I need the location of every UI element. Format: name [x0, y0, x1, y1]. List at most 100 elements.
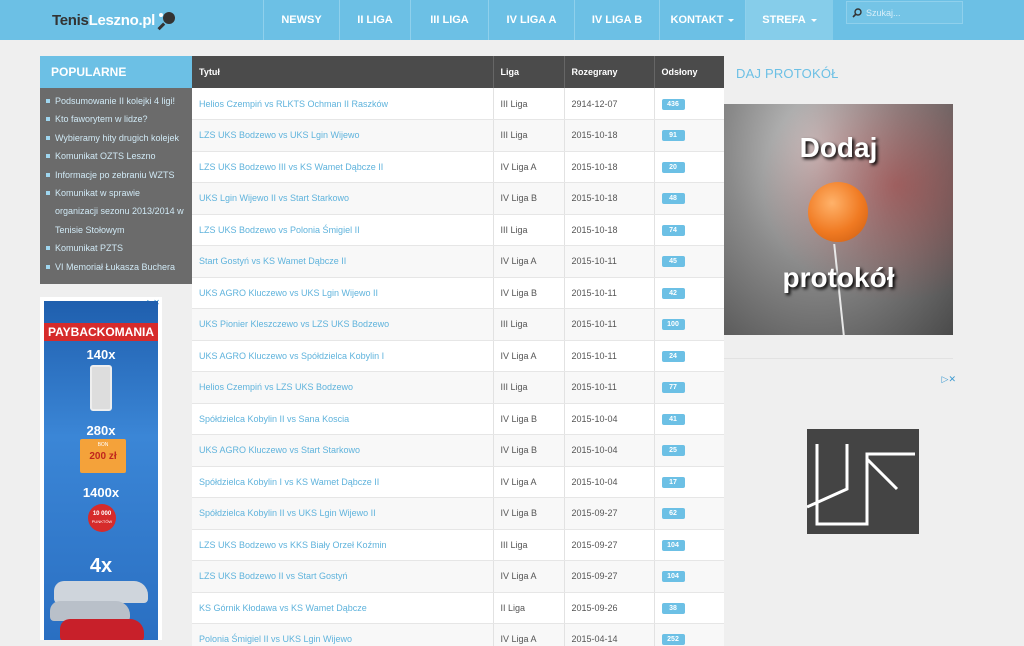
logo-text-tenis: Tenis: [52, 12, 89, 29]
views-cell: 91: [654, 120, 724, 152]
nav-item-ii-liga[interactable]: II LIGA: [339, 0, 410, 40]
table-row: LZS UKS Bodzewo II vs Start GostyńIV Lig…: [192, 561, 724, 593]
match-title-link[interactable]: Helios Czempiń vs RLKTS Ochman II Raszkó…: [192, 88, 493, 120]
views-badge: 38: [662, 603, 685, 614]
nav-item-strefa[interactable]: STREFA: [745, 0, 833, 40]
nav-item-iv-liga-b[interactable]: IV LIGA B: [574, 0, 659, 40]
league-cell: IV Liga B: [493, 435, 564, 467]
dodaj-protokol-banner[interactable]: Dodaj protokół: [724, 104, 953, 335]
popular-item[interactable]: VI Memoriał Łukasza Buchera: [40, 258, 192, 276]
match-title-link[interactable]: UKS AGRO Kluczewo vs Start Starkowo: [192, 435, 493, 467]
match-title-link[interactable]: LZS UKS Bodzewo II vs Start Gostyń: [192, 561, 493, 593]
match-title-link[interactable]: Spółdzielca Kobylin II vs UKS Lgin Wijew…: [192, 498, 493, 530]
match-title-link[interactable]: LZS UKS Bodzewo vs Polonia Śmigiel II: [192, 214, 493, 246]
views-badge: 48: [662, 193, 685, 204]
league-cell: IV Liga A: [493, 466, 564, 498]
voucher-value: 200 zł: [80, 451, 126, 462]
league-cell: IV Liga B: [493, 183, 564, 215]
league-cell: IV Liga B: [493, 498, 564, 530]
views-cell: 24: [654, 340, 724, 372]
table-row: UKS AGRO Kluczewo vs Spółdzielca Kobylin…: [192, 340, 724, 372]
site-logo[interactable]: TenisLeszno.pl: [52, 4, 178, 36]
views-cell: 62: [654, 498, 724, 530]
match-title-link[interactable]: Spółdzielca Kobylin II vs Sana Koscia: [192, 403, 493, 435]
match-title-link[interactable]: UKS AGRO Kluczewo vs Spółdzielca Kobylin…: [192, 340, 493, 372]
league-cell: IV Liga A: [493, 561, 564, 593]
views-cell: 436: [654, 88, 724, 120]
nav-item-label: KONTAKT: [671, 14, 724, 26]
league-cell: II Liga: [493, 592, 564, 624]
match-title-link[interactable]: UKS Pionier Kleszczewo vs LZS UKS Bodzew…: [192, 309, 493, 341]
nav-item-kontakt[interactable]: KONTAKT: [659, 0, 745, 40]
match-title-link[interactable]: LZS UKS Bodzewo vs UKS Lgin Wijewo: [192, 120, 493, 152]
match-title-link[interactable]: UKS AGRO Kluczewo vs UKS Lgin Wijewo II: [192, 277, 493, 309]
views-badge: 100: [662, 319, 685, 330]
table-row: Spółdzielca Kobylin II vs Sana KosciaIV …: [192, 403, 724, 435]
league-cell: III Liga: [493, 372, 564, 404]
match-title-link[interactable]: Helios Czempiń vs LZS UKS Bodzewo: [192, 372, 493, 404]
views-cell: 17: [654, 466, 724, 498]
right-ad-slot[interactable]: ▷✕: [724, 372, 956, 640]
match-title-link[interactable]: Spółdzielca Kobylin I vs KS Wamet Dąbcze…: [192, 466, 493, 498]
popular-item[interactable]: Komunikat w sprawie: [40, 184, 192, 202]
views-badge: 20: [662, 162, 685, 173]
views-badge: 104: [662, 540, 685, 551]
nav-item-label: II LIGA: [357, 14, 392, 26]
search-icon: [852, 8, 862, 18]
popular-item[interactable]: Wybieramy hity drugich kolejek: [40, 129, 192, 147]
views-cell: 41: [654, 403, 724, 435]
nav-item-label: STREFA: [762, 14, 805, 26]
car-image-3: [60, 619, 144, 640]
date-cell: 2015-09-27: [564, 561, 654, 593]
table-row: Spółdzielca Kobylin II vs UKS Lgin Wijew…: [192, 498, 724, 530]
date-cell: 2015-09-26: [564, 592, 654, 624]
column-header[interactable]: Liga: [493, 56, 564, 88]
popular-title: POPULARNE: [40, 56, 192, 88]
points-badge-top: 10 000: [88, 511, 116, 517]
match-title-link[interactable]: LZS UKS Bodzewo III vs KS Wamet Dąbcze I…: [192, 151, 493, 183]
nav-item-label: IV LIGA A: [507, 14, 557, 26]
date-cell: 2015-10-11: [564, 246, 654, 278]
search-input[interactable]: [862, 8, 962, 18]
top-navbar: TenisLeszno.pl NEWSY II LIGA III LIGA IV LI…: [0, 0, 1024, 40]
popular-item[interactable]: Tenisie Stołowym: [40, 221, 192, 239]
date-cell: 2015-10-11: [564, 309, 654, 341]
matches-table-container: TytułLigaRozegranyOdsłony Helios Czempiń…: [192, 56, 724, 646]
ad-line2: 280x: [44, 423, 158, 438]
views-cell: 104: [654, 529, 724, 561]
match-title-link[interactable]: UKS Lgin Wijewo II vs Start Starkowo: [192, 183, 493, 215]
date-cell: 2015-10-18: [564, 214, 654, 246]
banner-text-protokol: protokół: [724, 262, 953, 294]
search-box[interactable]: [846, 1, 963, 24]
views-badge: 42: [662, 288, 685, 299]
popular-item[interactable]: Informacje po zebraniu WZTS: [40, 166, 192, 184]
popular-item[interactable]: Kto faworytem w lidze?: [40, 110, 192, 128]
nav-item-iv-liga-a[interactable]: IV LIGA A: [488, 0, 574, 40]
match-title-link[interactable]: KS Górnik Kłodawa vs KS Wamet Dąbcze: [192, 592, 493, 624]
popular-item[interactable]: Podsumowanie II kolejki 4 ligi!: [40, 92, 192, 110]
match-title-link[interactable]: Polonia Śmigiel II vs UKS Lgin Wijewo: [192, 624, 493, 646]
nav-item-iii-liga[interactable]: III LIGA: [410, 0, 488, 40]
league-cell: IV Liga A: [493, 340, 564, 372]
adchoices-icon[interactable]: ▷✕: [942, 374, 956, 385]
views-cell: 104: [654, 561, 724, 593]
popular-item[interactable]: organizacji sezonu 2013/2014 w: [40, 202, 192, 220]
views-cell: 45: [654, 246, 724, 278]
views-cell: 25: [654, 435, 724, 467]
column-header[interactable]: Odsłony: [654, 56, 724, 88]
popular-item[interactable]: Komunikat OZTS Leszno: [40, 147, 192, 165]
column-header[interactable]: Tytuł: [192, 56, 493, 88]
popular-item[interactable]: Komunikat PZTS: [40, 239, 192, 257]
table-row: LZS UKS Bodzewo vs KKS Biały Orzeł Koźmi…: [192, 529, 724, 561]
table-row: UKS AGRO Kluczewo vs UKS Lgin Wijewo III…: [192, 277, 724, 309]
date-cell: 2015-10-18: [564, 120, 654, 152]
match-title-link[interactable]: LZS UKS Bodzewo vs KKS Biały Orzeł Koźmi…: [192, 529, 493, 561]
column-header[interactable]: Rozegrany: [564, 56, 654, 88]
views-cell: 74: [654, 214, 724, 246]
table-row: UKS Lgin Wijewo II vs Start StarkowoIV L…: [192, 183, 724, 215]
nav-item-label: III LIGA: [430, 14, 469, 26]
points-badge-bottom: PUNKTÓW: [88, 519, 116, 524]
nav-item-newsy[interactable]: NEWSY: [263, 0, 339, 40]
match-title-link[interactable]: Start Gostyń vs KS Wamet Dąbcze II: [192, 246, 493, 278]
left-ad-banner[interactable]: ▷✕ PAYBACKOMANIA 140x 280x BON 200 zł 14…: [40, 297, 162, 640]
